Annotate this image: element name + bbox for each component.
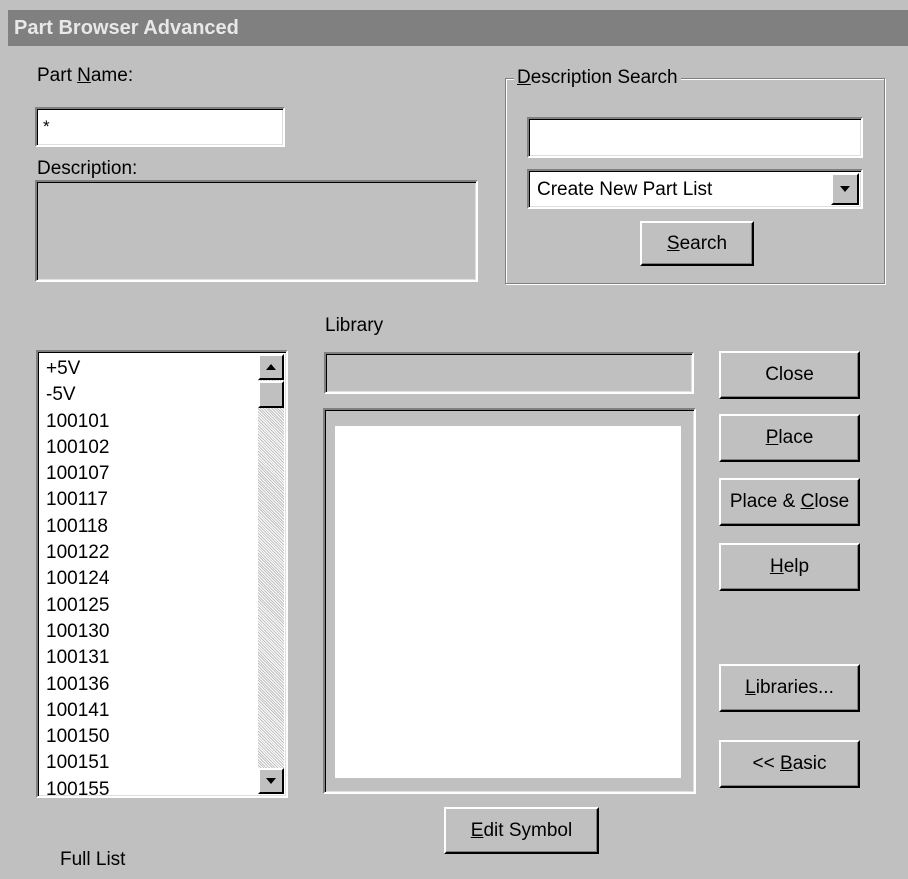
part-list-item[interactable]: 100141 <box>40 698 258 724</box>
arrow-up-icon <box>266 364 276 370</box>
search-button[interactable]: Search <box>640 221 754 266</box>
part-list-item[interactable]: -5V <box>40 382 258 408</box>
scroll-down-button[interactable] <box>258 768 284 794</box>
place-and-close-button[interactable]: Place & Close <box>719 478 860 526</box>
part-list-item[interactable]: 100130 <box>40 619 258 645</box>
part-list-item[interactable]: 100122 <box>40 540 258 566</box>
basic-button[interactable]: << Basic <box>719 740 860 788</box>
close-button[interactable]: Close <box>719 351 860 399</box>
part-list-item[interactable]: 100124 <box>40 566 258 592</box>
symbol-preview <box>335 426 681 778</box>
scroll-thumb[interactable] <box>258 381 284 408</box>
part-list-item[interactable]: 100131 <box>40 645 258 671</box>
part-list-item[interactable]: 100117 <box>40 487 258 513</box>
description-search-input[interactable] <box>529 119 861 156</box>
search-mode-select[interactable]: Create New Part List <box>527 169 863 209</box>
part-list-item[interactable]: 100155 <box>40 777 258 796</box>
search-mode-selected: Create New Part List <box>537 179 713 200</box>
part-list-item[interactable]: +5V <box>40 356 258 382</box>
library-field <box>324 352 694 394</box>
edit-symbol-button[interactable]: Edit Symbol <box>444 807 599 854</box>
libraries-button[interactable]: Libraries... <box>719 664 860 712</box>
part-list-item[interactable]: 100150 <box>40 724 258 750</box>
place-button[interactable]: Place <box>719 414 860 462</box>
description-label: Description: <box>37 158 138 179</box>
description-search-field[interactable] <box>527 117 863 158</box>
part-name-label: Part Name: <box>37 65 134 86</box>
library-label: Library <box>325 315 384 336</box>
part-list[interactable]: +5V -5V 100101 100102 100107 100117 100118 1001… <box>36 350 288 798</box>
part-list-item[interactable]: 100151 <box>40 750 258 776</box>
arrow-down-icon <box>840 186 850 192</box>
symbol-preview-frame <box>323 408 696 794</box>
scroll-up-button[interactable] <box>258 354 284 380</box>
full-list-label: Full List <box>60 849 126 870</box>
part-list-item[interactable]: 100101 <box>40 409 258 435</box>
part-name-input[interactable] <box>37 109 283 145</box>
part-list-items: +5V -5V 100101 100102 100107 100117 100118 1001… <box>40 356 258 796</box>
part-list-item[interactable]: 100107 <box>40 461 258 487</box>
part-list-item[interactable]: 100118 <box>40 514 258 540</box>
description-box <box>35 180 478 282</box>
window-title: Part Browser Advanced <box>8 10 908 46</box>
description-search-legend: Description Search <box>514 67 681 89</box>
part-list-item[interactable]: 100136 <box>40 672 258 698</box>
help-button[interactable]: Help <box>719 543 860 591</box>
part-name-field[interactable] <box>35 107 285 147</box>
part-list-scrollbar[interactable] <box>258 354 284 794</box>
part-list-item[interactable]: 100102 <box>40 435 258 461</box>
part-list-item[interactable]: 100125 <box>40 593 258 619</box>
dropdown-arrow-button[interactable] <box>831 173 859 205</box>
arrow-down-icon <box>266 778 276 784</box>
